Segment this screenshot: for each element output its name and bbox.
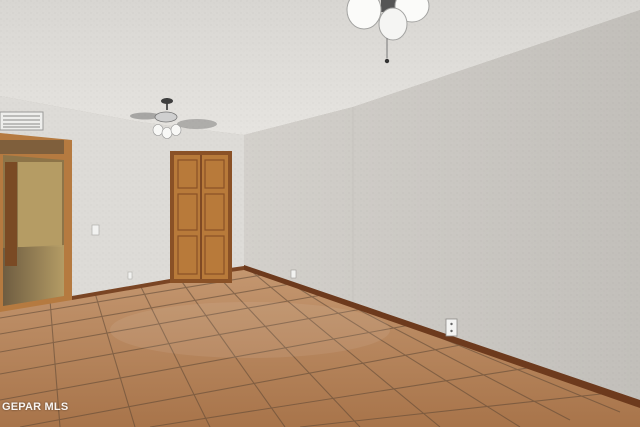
closet-door bbox=[170, 151, 232, 283]
electrical-outlet-icon bbox=[445, 318, 458, 337]
electrical-outlet-icon bbox=[290, 269, 297, 279]
hallway-doorway bbox=[0, 133, 72, 312]
photo-scene bbox=[0, 0, 640, 427]
hvac-vent-icon bbox=[0, 111, 44, 131]
light-switch-icon bbox=[91, 224, 100, 236]
electrical-outlet-icon bbox=[127, 271, 133, 280]
watermark-text: GEPAR MLS bbox=[2, 401, 69, 413]
